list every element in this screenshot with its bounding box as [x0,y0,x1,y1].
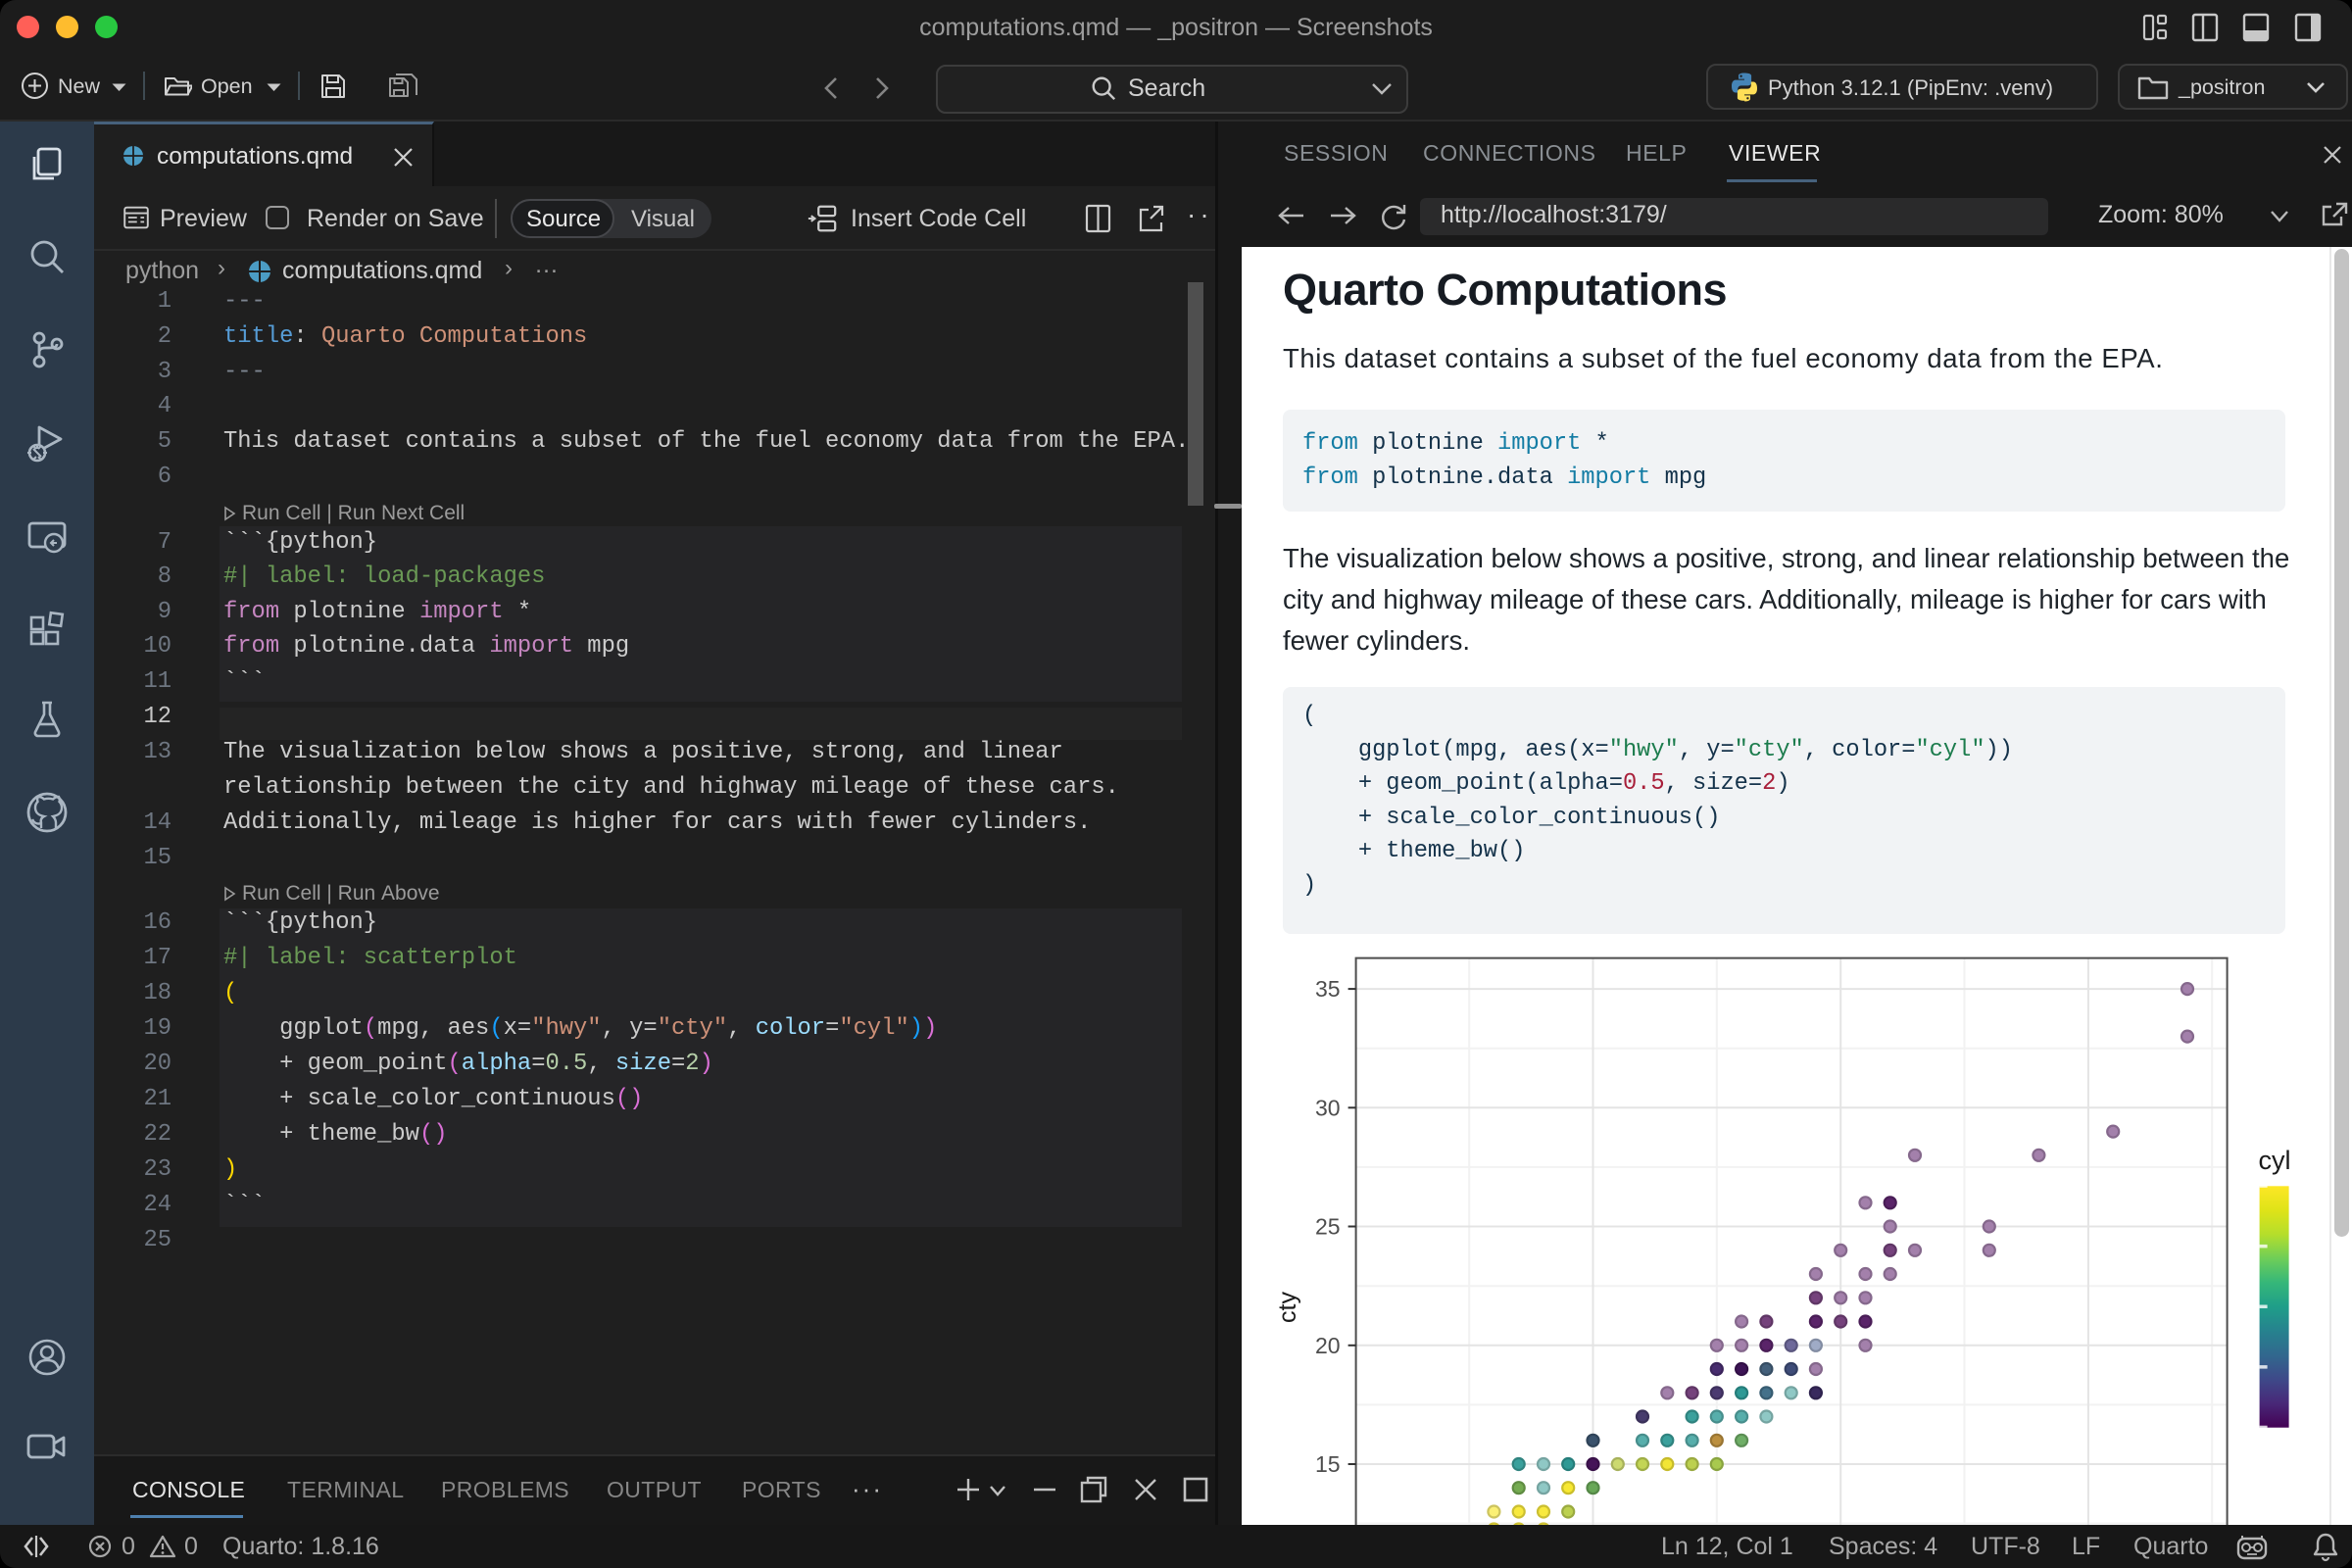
svg-text:15: 15 [1315,1451,1341,1477]
svg-text:25: 25 [1315,1214,1341,1240]
svg-text:cty: cty [1274,1292,1301,1323]
svg-text:cyl: cyl [2259,1146,2291,1175]
svg-text:30: 30 [1315,1095,1341,1120]
svg-text:35: 35 [1315,976,1341,1002]
svg-text:20: 20 [1315,1333,1341,1358]
